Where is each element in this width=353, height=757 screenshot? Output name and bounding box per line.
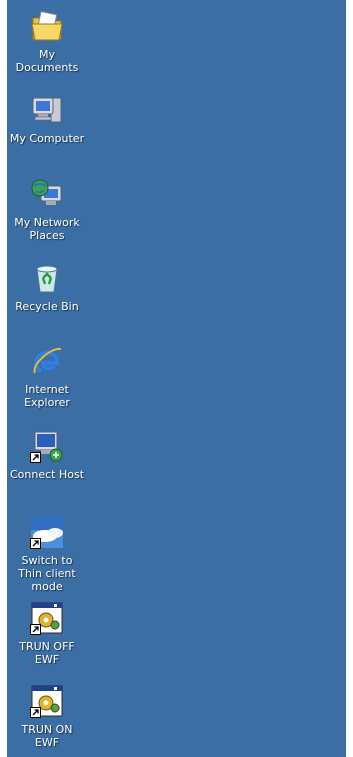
desktop-icon-my-network-places[interactable]: My Network Places bbox=[7, 176, 87, 242]
my-documents-icon bbox=[29, 8, 65, 44]
ewf-gear-icon bbox=[29, 600, 65, 636]
desktop-icon-internet-explorer[interactable]: Internet Explorer bbox=[7, 343, 87, 409]
desktop-icon-label: My Network Places bbox=[14, 216, 80, 242]
ewf-gear-icon bbox=[29, 683, 65, 719]
desktop-icon-label: My Documents bbox=[15, 48, 79, 74]
desktop-icon-my-documents[interactable]: My Documents bbox=[7, 8, 87, 74]
switch-thin-client-icon bbox=[29, 514, 65, 550]
shortcut-arrow-icon bbox=[30, 452, 41, 463]
shortcut-arrow-icon bbox=[30, 707, 41, 718]
desktop-icon-label: TRUN ON EWF bbox=[21, 723, 73, 749]
desktop-icon-label: TRUN OFF EWF bbox=[19, 640, 75, 666]
desktop-icon-recycle-bin[interactable]: Recycle Bin bbox=[7, 260, 87, 313]
desktop-icon-label: Connect Host bbox=[9, 468, 85, 481]
my-network-places-icon bbox=[29, 176, 65, 212]
desktop-icon-switch-thin-client[interactable]: Switch to Thin client mode bbox=[7, 514, 87, 593]
desktop-icon-label: Switch to Thin client mode bbox=[18, 554, 76, 593]
desktop-icon-label: Recycle Bin bbox=[15, 300, 79, 313]
recycle-bin-icon bbox=[29, 260, 65, 296]
desktop-icon-turn-on-ewf[interactable]: TRUN ON EWF bbox=[7, 683, 87, 749]
internet-explorer-icon bbox=[29, 343, 65, 379]
my-computer-icon bbox=[29, 92, 65, 128]
desktop-icon-connect-host[interactable]: Connect Host bbox=[7, 428, 87, 481]
desktop-icon-label: Internet Explorer bbox=[24, 383, 70, 409]
desktop-icon-turn-off-ewf[interactable]: TRUN OFF EWF bbox=[7, 600, 87, 666]
shortcut-arrow-icon bbox=[30, 538, 41, 549]
connect-host-icon bbox=[29, 428, 65, 464]
desktop-icon-label: My Computer bbox=[9, 132, 85, 145]
shortcut-arrow-icon bbox=[30, 624, 41, 635]
desktop-icon-my-computer[interactable]: My Computer bbox=[7, 92, 87, 145]
desktop: My Documents My Computer My Network Plac… bbox=[7, 0, 346, 757]
